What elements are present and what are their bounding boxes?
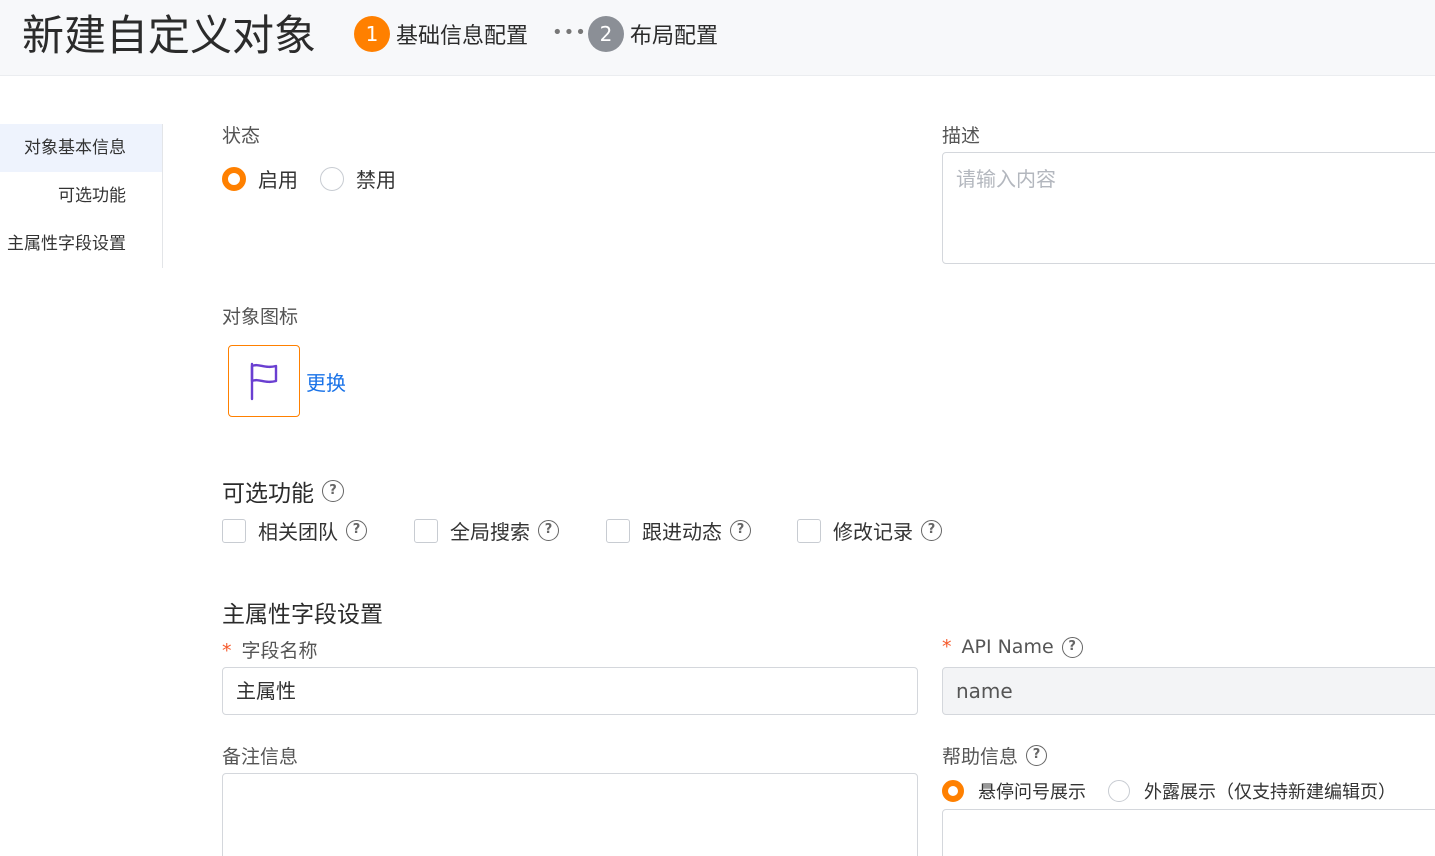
question-icon[interactable]: ? [730,520,751,541]
question-icon[interactable]: ? [921,520,942,541]
remark-label: 备注信息 [222,746,299,768]
checkbox-related-team[interactable]: 相关团队 ? [222,516,414,545]
primary-field-title: 主属性字段设置 [222,602,383,628]
field-name-input[interactable]: 主属性 [222,667,918,715]
help-hover-radio[interactable]: 悬停问号展示 [942,778,1086,804]
api-name-input[interactable]: name [942,667,1435,715]
radio-unchecked-icon [320,166,344,191]
section-title-text: 可选功能 [222,481,314,507]
optional-features-title: 可选功能 ? [222,474,344,508]
page-title: 新建自定义对象 [22,11,317,60]
step-number: 2 [588,16,624,52]
step-separator: ••• [552,22,587,43]
description-textarea[interactable]: 请输入内容 [942,152,1435,264]
radio-checked-icon [222,166,246,191]
radio-checked-icon [942,780,964,802]
anchor-item-basic-info[interactable]: 对象基本信息 [0,124,162,172]
step-layout-config[interactable]: 2 布局配置 [588,16,718,52]
label-text: 字段名称 [241,640,318,662]
step-label: 布局配置 [630,24,719,49]
help-info-label: 帮助信息 ? [942,742,1048,769]
question-icon[interactable]: ? [322,480,344,502]
optional-features-checkboxes: 相关团队 ? 全局搜索 ? 跟进动态 ? 修改记录 ? [222,516,942,545]
radio-label: 启用 [258,168,298,192]
status-radio-group: 启用 禁用 [222,164,418,193]
question-icon[interactable]: ? [1026,745,1048,766]
radio-unchecked-icon [1108,780,1130,802]
question-icon[interactable]: ? [346,520,367,541]
checkbox-label: 跟进动态 [642,520,722,544]
api-name-label: * API Name ? [942,636,1083,658]
status-enabled-radio[interactable]: 启用 [222,164,298,193]
status-label: 状态 [222,125,261,147]
object-icon-label: 对象图标 [222,306,299,328]
page-header: 新建自定义对象 1 基础信息配置 ••• 2 布局配置 [0,0,1435,76]
field-name-label: * 字段名称 [222,636,318,663]
radio-label: 外露展示（仅支持新建编辑页） [1144,782,1396,803]
label-text: 帮助信息 [942,746,1019,768]
checkbox-icon [797,518,821,543]
object-icon-preview[interactable] [228,345,300,417]
flag-icon [250,362,278,401]
checkbox-label: 相关团队 [258,520,338,544]
help-display-radio-group: 悬停问号展示 外露展示（仅支持新建编辑页） [942,778,1418,804]
remark-textarea[interactable] [222,773,918,856]
radio-label: 悬停问号展示 [978,782,1086,803]
label-text: API Name [961,636,1054,658]
anchor-nav: 对象基本信息 可选功能 主属性字段设置 [0,124,163,268]
checkbox-icon [414,518,438,543]
help-exposed-radio[interactable]: 外露展示（仅支持新建编辑页） [1108,778,1396,804]
checkbox-label: 修改记录 [833,520,913,544]
checkbox-icon [222,518,246,543]
checkbox-global-search[interactable]: 全局搜索 ? [414,516,606,545]
required-mark: * [942,636,952,658]
checkbox-label: 全局搜索 [450,520,530,544]
change-icon-link[interactable]: 更换 [306,367,346,396]
checkbox-follow-up[interactable]: 跟进动态 ? [606,516,797,545]
step-basic-info[interactable]: 1 基础信息配置 [354,16,528,52]
help-info-textarea[interactable] [942,809,1435,856]
radio-label: 禁用 [356,168,396,192]
step-number: 1 [354,16,390,52]
question-icon[interactable]: ? [538,520,559,541]
step-label: 基础信息配置 [396,24,529,49]
checkbox-icon [606,518,630,543]
anchor-item-primary-field[interactable]: 主属性字段设置 [0,220,162,268]
checkbox-change-log[interactable]: 修改记录 ? [797,516,942,545]
question-icon[interactable]: ? [1061,636,1083,658]
status-disabled-radio[interactable]: 禁用 [320,164,396,193]
required-mark: * [222,640,232,662]
description-label: 描述 [942,125,981,147]
anchor-item-optional-features[interactable]: 可选功能 [0,172,162,220]
